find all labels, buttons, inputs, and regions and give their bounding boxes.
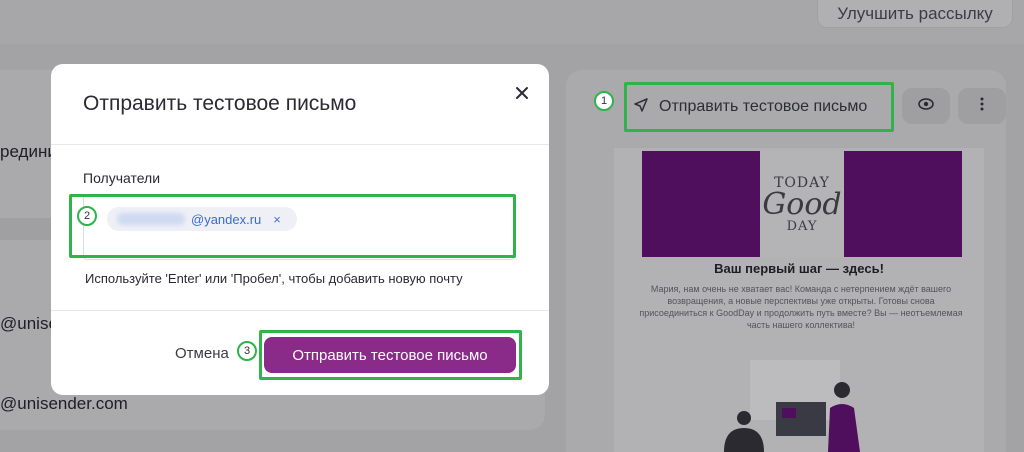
annotation-box-recipients xyxy=(69,194,516,258)
cancel-button[interactable]: Отмена xyxy=(175,345,229,362)
annotation-box-send xyxy=(259,330,522,380)
annotation-box-send-test xyxy=(624,82,894,132)
recipients-hint: Используйте 'Enter' или 'Пробел', чтобы … xyxy=(85,271,463,286)
email-illustration xyxy=(724,360,860,452)
banner-day-text: DAY xyxy=(786,218,818,234)
email-body-text: Мария, нам очень не хватает вас! Команда… xyxy=(639,284,963,330)
annotation-number: 3 xyxy=(237,341,257,361)
left-row-text: @unisender.com xyxy=(0,394,128,413)
modal-title: Отправить тестовое письмо xyxy=(83,92,357,115)
annotation-number: 2 xyxy=(77,206,97,226)
annotation-number: 1 xyxy=(594,91,614,111)
email-heading: Ваш первый шаг — здесь! xyxy=(714,261,884,276)
modal-divider xyxy=(51,144,549,145)
email-banner-logo: TODAY Good DAY xyxy=(760,151,844,257)
left-row-text: редини xyxy=(0,142,57,161)
left-row-text: @unise xyxy=(0,314,58,333)
improve-mailing-button[interactable]: Улучшить рассылку xyxy=(817,0,1013,28)
banner-good-text: Good xyxy=(762,186,842,222)
preview-eye-button[interactable] xyxy=(902,88,950,124)
more-options-button[interactable] xyxy=(958,88,1006,124)
more-vertical-icon xyxy=(980,97,984,116)
eye-icon xyxy=(918,97,934,115)
close-button[interactable] xyxy=(511,82,533,104)
modal-divider xyxy=(51,310,549,311)
recipients-label: Получатели xyxy=(83,170,161,186)
close-icon xyxy=(516,87,528,99)
